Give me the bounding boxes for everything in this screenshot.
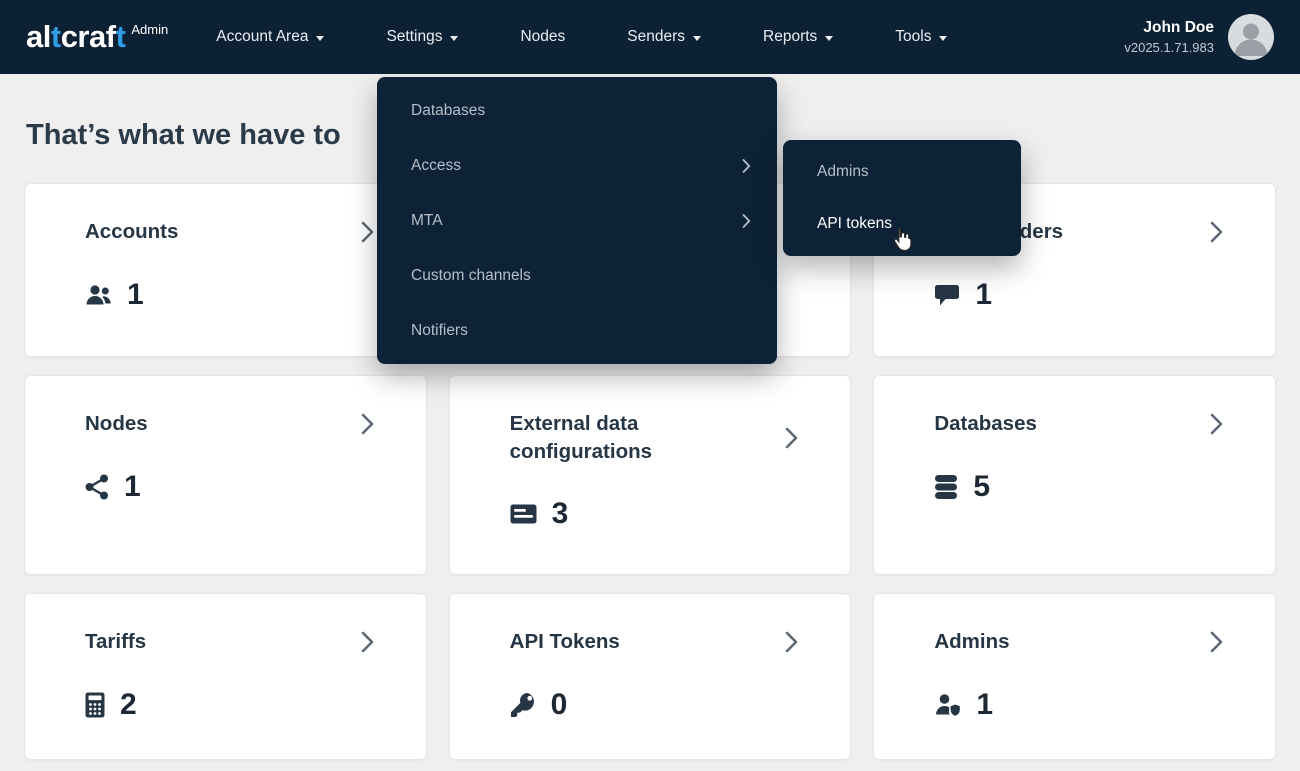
nav-item-label: Settings [386,28,442,46]
card-count: 5 [973,470,990,504]
menu-item-label: Notifiers [411,322,468,340]
admin-user-icon [934,693,961,717]
card-count: 1 [975,278,992,312]
chevron-right-icon[interactable] [361,221,374,243]
menu-item-label: Access [411,157,461,175]
user-meta: John Doe v2025.1.71.983 [1124,19,1214,55]
nav-item-label: Senders [627,28,685,46]
share-icon [85,474,109,500]
menu-item-label: MTA [411,212,443,230]
data-card-icon [510,504,537,524]
chevron-right-icon[interactable] [361,413,374,435]
nav-item-account-area[interactable]: Account Area [210,18,330,56]
top-navbar: altcraft Admin Account Area Settings Nod… [0,0,1300,74]
card-title: Tariffs [85,628,361,656]
card-title: Databases [934,410,1210,438]
nav-item-label: Account Area [216,28,308,46]
menu-item-access[interactable]: Access [377,138,777,193]
card-title: API Tokens [510,628,786,656]
app-version: v2025.1.71.983 [1124,40,1214,55]
card-tariffs[interactable]: Tariffs 2 [24,593,427,760]
card-title: Nodes [85,410,361,438]
card-api-tokens[interactable]: API Tokens 0 [449,593,852,760]
card-title: Accounts [85,218,361,246]
menu-item-mta[interactable]: MTA [377,193,777,248]
chevron-right-icon[interactable] [1210,413,1223,435]
user-silhouette-icon [1228,14,1274,60]
card-count: 0 [551,688,568,722]
chat-bubble-icon [934,283,960,307]
chevron-down-icon [825,36,833,41]
logo[interactable]: altcraft Admin [26,20,168,54]
card-databases[interactable]: Databases 5 [873,375,1276,575]
card-title: Admins [934,628,1210,656]
menu-item-databases[interactable]: Databases [377,83,777,138]
card-count: 1 [976,688,993,722]
menu-item-label: API tokens [817,215,892,233]
cursor-hand-icon [893,226,912,256]
chevron-down-icon [939,36,947,41]
user-block[interactable]: John Doe v2025.1.71.983 [1124,14,1274,60]
chevron-down-icon [316,36,324,41]
nav-item-label: Tools [895,28,931,46]
nav-item-senders[interactable]: Senders [621,18,707,56]
chevron-right-icon[interactable] [361,631,374,653]
user-name: John Doe [1124,19,1214,37]
nav-item-tools[interactable]: Tools [889,18,953,56]
app-root: altcraft Admin Account Area Settings Nod… [0,0,1300,771]
logo-text: altcraft [26,20,125,54]
chevron-down-icon [450,36,458,41]
card-count: 1 [127,278,144,312]
page-title: That’s what we have to [26,119,341,152]
card-accounts[interactable]: Accounts 1 [24,183,427,357]
card-count: 1 [124,470,141,504]
chevron-right-icon[interactable] [1210,631,1223,653]
calculator-icon [85,692,105,718]
chevron-right-icon [742,213,751,228]
card-nodes[interactable]: Nodes 1 [24,375,427,575]
menu-item-notifiers[interactable]: Notifiers [377,303,777,358]
menu-item-label: Custom channels [411,267,531,285]
settings-dropdown-menu: Databases Access MTA Custom channels Not… [377,77,777,364]
key-icon [510,692,536,718]
chevron-right-icon [742,158,751,173]
avatar[interactable] [1228,14,1274,60]
nav-item-nodes[interactable]: Nodes [514,18,571,56]
card-count: 2 [120,688,137,722]
menu-item-label: Databases [411,102,485,120]
chevron-right-icon[interactable] [785,427,798,449]
nav-item-settings[interactable]: Settings [380,18,464,56]
nav-item-label: Nodes [520,28,565,46]
card-count: 3 [552,497,569,531]
nav-item-reports[interactable]: Reports [757,18,839,56]
card-title: External data configurations [510,410,786,465]
nav-item-label: Reports [763,28,817,46]
chevron-right-icon[interactable] [1210,221,1223,243]
main-nav: Account Area Settings Nodes Senders Repo… [210,18,953,56]
menu-item-custom-channels[interactable]: Custom channels [377,248,777,303]
card-admins[interactable]: Admins 1 [873,593,1276,760]
chevron-right-icon[interactable] [785,631,798,653]
database-icon [934,474,958,500]
logo-admin-badge: Admin [131,22,168,37]
menu-item-label: Admins [817,163,869,181]
card-external-data-configurations[interactable]: External data configurations 3 [449,375,852,575]
users-icon [85,283,112,307]
chevron-down-icon [693,36,701,41]
menu-item-admins[interactable]: Admins [783,146,1021,198]
